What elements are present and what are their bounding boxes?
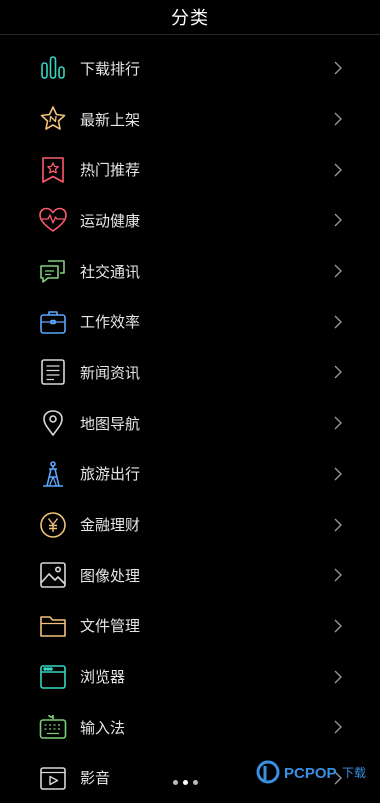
watermark-brand: PCPOP xyxy=(284,765,337,782)
chevron-right-icon xyxy=(332,162,344,178)
category-row-maps[interactable]: 地图导航 xyxy=(0,398,380,449)
image-icon xyxy=(38,560,68,590)
category-row-productivity[interactable]: 工作效率 xyxy=(0,296,380,347)
category-label: 最新上架 xyxy=(80,110,141,129)
keyboard-icon xyxy=(38,712,68,742)
page-indicator xyxy=(173,780,198,785)
category-label: 新闻资讯 xyxy=(80,363,141,382)
category-label: 下载排行 xyxy=(80,59,141,78)
category-row-social[interactable]: 社交通讯 xyxy=(0,246,380,297)
browser-icon xyxy=(38,662,68,692)
category-row-news[interactable]: 新闻资讯 xyxy=(0,347,380,398)
chevron-right-icon xyxy=(332,466,344,482)
category-label: 文件管理 xyxy=(80,617,141,636)
category-label: 运动健康 xyxy=(80,211,141,230)
chevron-right-icon xyxy=(332,60,344,76)
new-star-icon xyxy=(38,104,68,134)
category-label: 热门推荐 xyxy=(80,161,141,180)
category-label: 金融理财 xyxy=(80,516,141,535)
category-row-travel[interactable]: 旅游出行 xyxy=(0,449,380,500)
category-row-input-method[interactable]: 输入法 xyxy=(0,702,380,753)
map-pin-icon xyxy=(38,408,68,438)
category-row-new-arrivals[interactable]: 最新上架 xyxy=(0,94,380,145)
category-row-download-rank[interactable]: 下载排行 xyxy=(0,43,380,94)
chevron-right-icon xyxy=(332,212,344,228)
page-dot xyxy=(173,780,178,785)
category-list: 下载排行 最新上架 热门推荐 运动健康 社交通讯 工作效率 新闻资讯 地图导航 … xyxy=(0,43,380,803)
chevron-right-icon xyxy=(332,111,344,127)
category-label: 输入法 xyxy=(80,718,126,737)
category-label: 图像处理 xyxy=(80,566,141,585)
page-title: 分类 xyxy=(171,8,209,29)
chevron-right-icon xyxy=(332,719,344,735)
category-label: 工作效率 xyxy=(80,313,141,332)
chevron-right-icon xyxy=(332,263,344,279)
folder-icon xyxy=(38,611,68,641)
watermark-suffix: 下载 xyxy=(342,766,366,780)
category-row-file-management[interactable]: 文件管理 xyxy=(0,601,380,652)
news-icon xyxy=(38,357,68,387)
chevron-right-icon xyxy=(332,567,344,583)
category-label: 社交通讯 xyxy=(80,262,141,281)
chevron-right-icon xyxy=(332,669,344,685)
yuan-icon xyxy=(38,510,68,540)
pcpop-watermark: PCPOP 下载 xyxy=(256,756,374,792)
video-icon xyxy=(38,763,68,793)
page-dot-active xyxy=(183,780,188,785)
category-row-finance[interactable]: 金融理财 xyxy=(0,499,380,550)
page-dot xyxy=(193,780,198,785)
chevron-right-icon xyxy=(332,415,344,431)
chat-icon xyxy=(38,256,68,286)
chevron-right-icon xyxy=(332,517,344,533)
category-row-hot[interactable]: 热门推荐 xyxy=(0,144,380,195)
category-label: 旅游出行 xyxy=(80,465,141,484)
chevron-right-icon xyxy=(332,364,344,380)
briefcase-icon xyxy=(38,307,68,337)
category-row-image-editing[interactable]: 图像处理 xyxy=(0,550,380,601)
category-label: 影音 xyxy=(80,769,111,788)
chevron-right-icon xyxy=(332,618,344,634)
tower-icon xyxy=(38,459,68,489)
download-rank-icon xyxy=(38,53,68,83)
category-row-browser[interactable]: 浏览器 xyxy=(0,651,380,702)
category-label: 浏览器 xyxy=(80,668,126,687)
app-header: 分类 xyxy=(0,0,380,35)
category-row-health[interactable]: 运动健康 xyxy=(0,195,380,246)
category-label: 地图导航 xyxy=(80,414,141,433)
heartbeat-icon xyxy=(38,205,68,235)
hot-badge-icon xyxy=(38,155,68,185)
chevron-right-icon xyxy=(332,314,344,330)
